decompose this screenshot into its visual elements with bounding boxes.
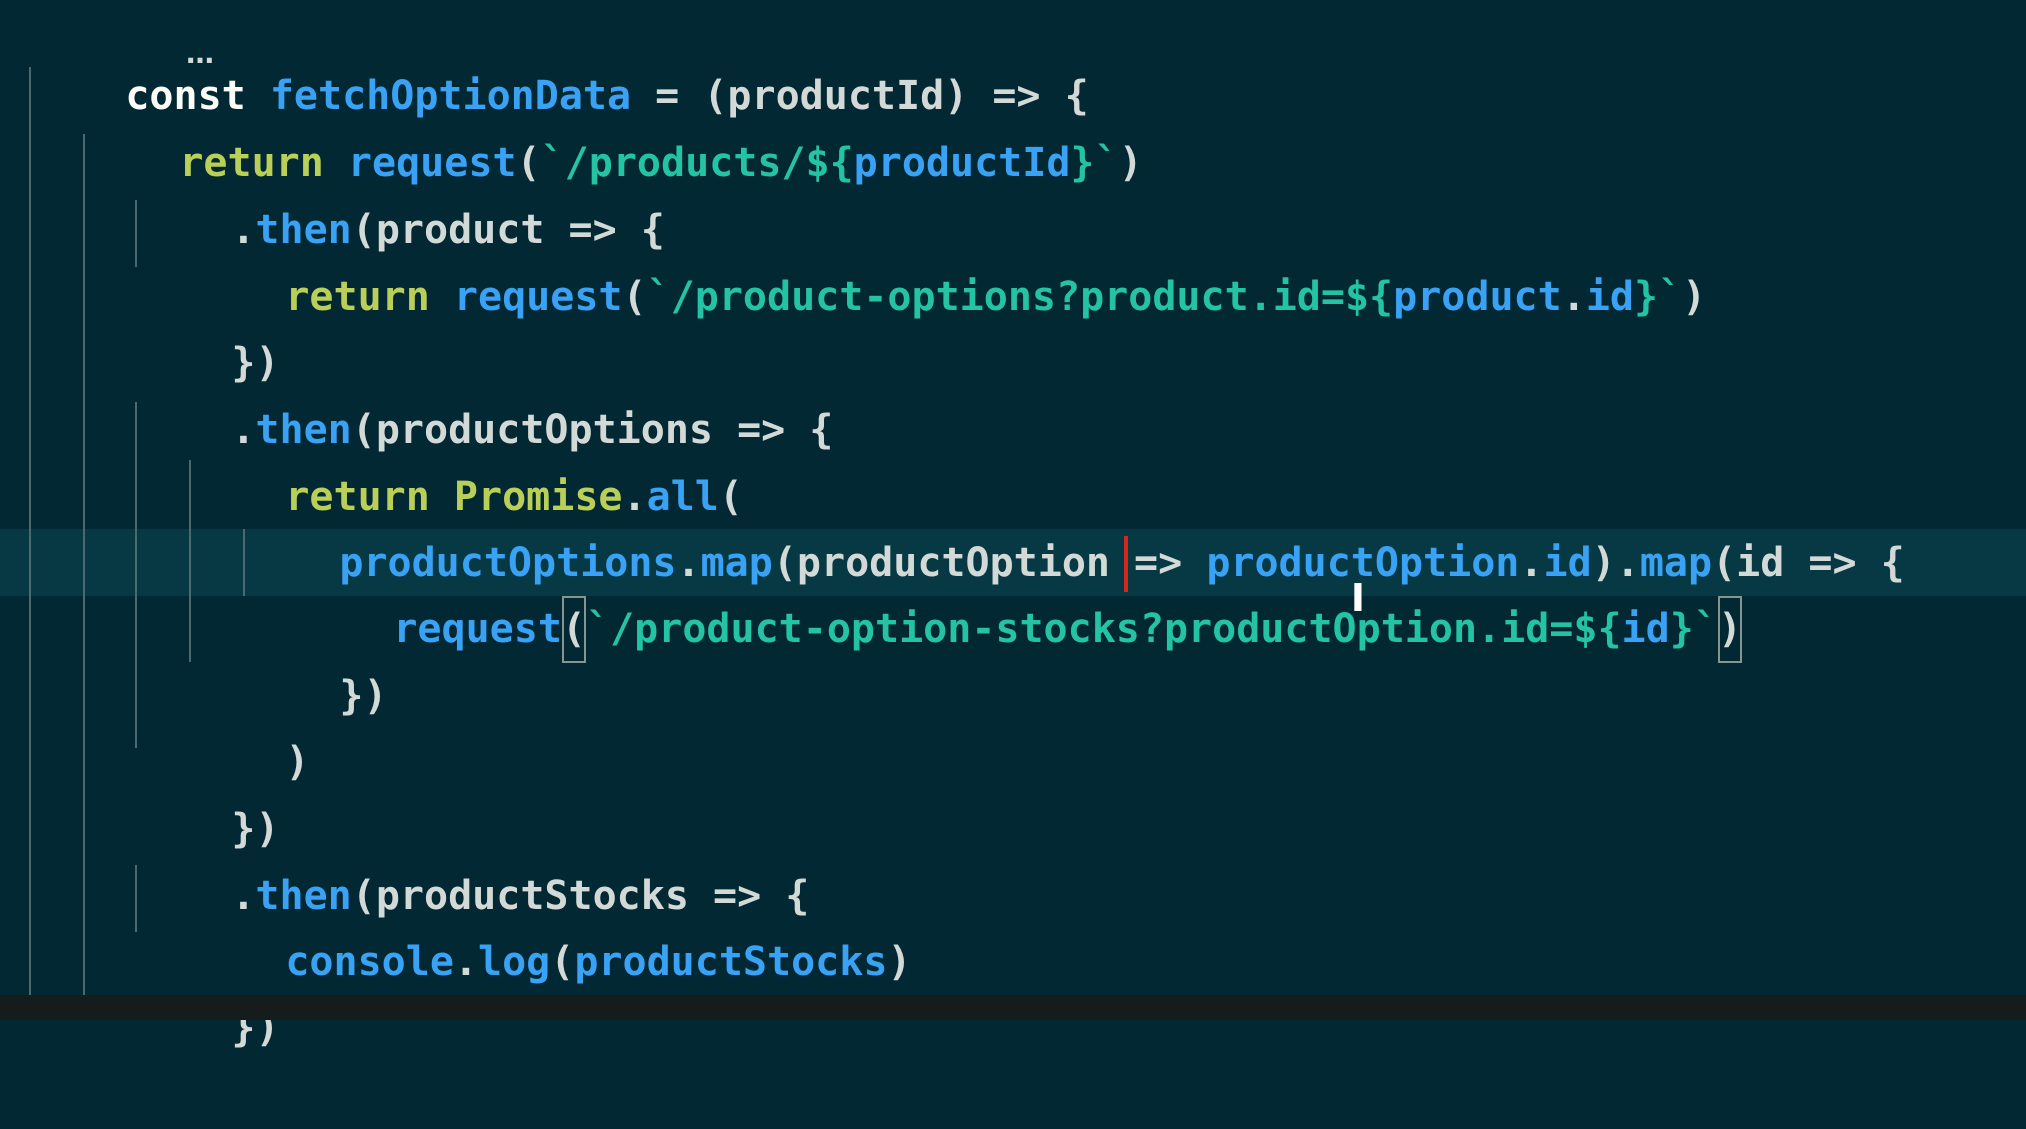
code-line-12[interactable]: }): [135, 729, 279, 852]
code-line-4[interactable]: return request(`/product-options?product…: [189, 197, 1706, 320]
code-line-14[interactable]: console.log(productStocks): [189, 862, 911, 985]
code-line-9-active[interactable]: request(`/product-option-stocks?productO…: [297, 529, 1742, 663]
matched-paren-open: (: [561, 596, 586, 663]
code-line-3[interactable]: .then(product => {: [135, 130, 665, 253]
code-line-13[interactable]: .then(productStocks => {: [135, 796, 809, 919]
code-line-7[interactable]: return Promise.all(: [189, 397, 743, 520]
code-line-2[interactable]: return request(`/products/${productId}`): [83, 63, 1142, 186]
mouse-ibeam-cursor-icon: I: [1350, 576, 1366, 620]
code-line-8[interactable]: productOptions.map(productOption => prod…: [243, 463, 1904, 586]
text-cursor: [1124, 536, 1128, 592]
code-line-6[interactable]: .then(productOptions => {: [135, 330, 833, 453]
indent-guide: [29, 67, 31, 995]
code-line-10[interactable]: }): [243, 596, 387, 719]
code-line-15[interactable]: }): [135, 928, 279, 1051]
code-line-5[interactable]: }): [135, 263, 279, 386]
code-editor[interactable]: const fetchOptionData = (productId) => {…: [0, 0, 2026, 1051]
code-line-11[interactable]: ): [189, 662, 309, 785]
matched-paren-close: ): [1717, 596, 1742, 663]
status-bar[interactable]: [0, 995, 2026, 1020]
